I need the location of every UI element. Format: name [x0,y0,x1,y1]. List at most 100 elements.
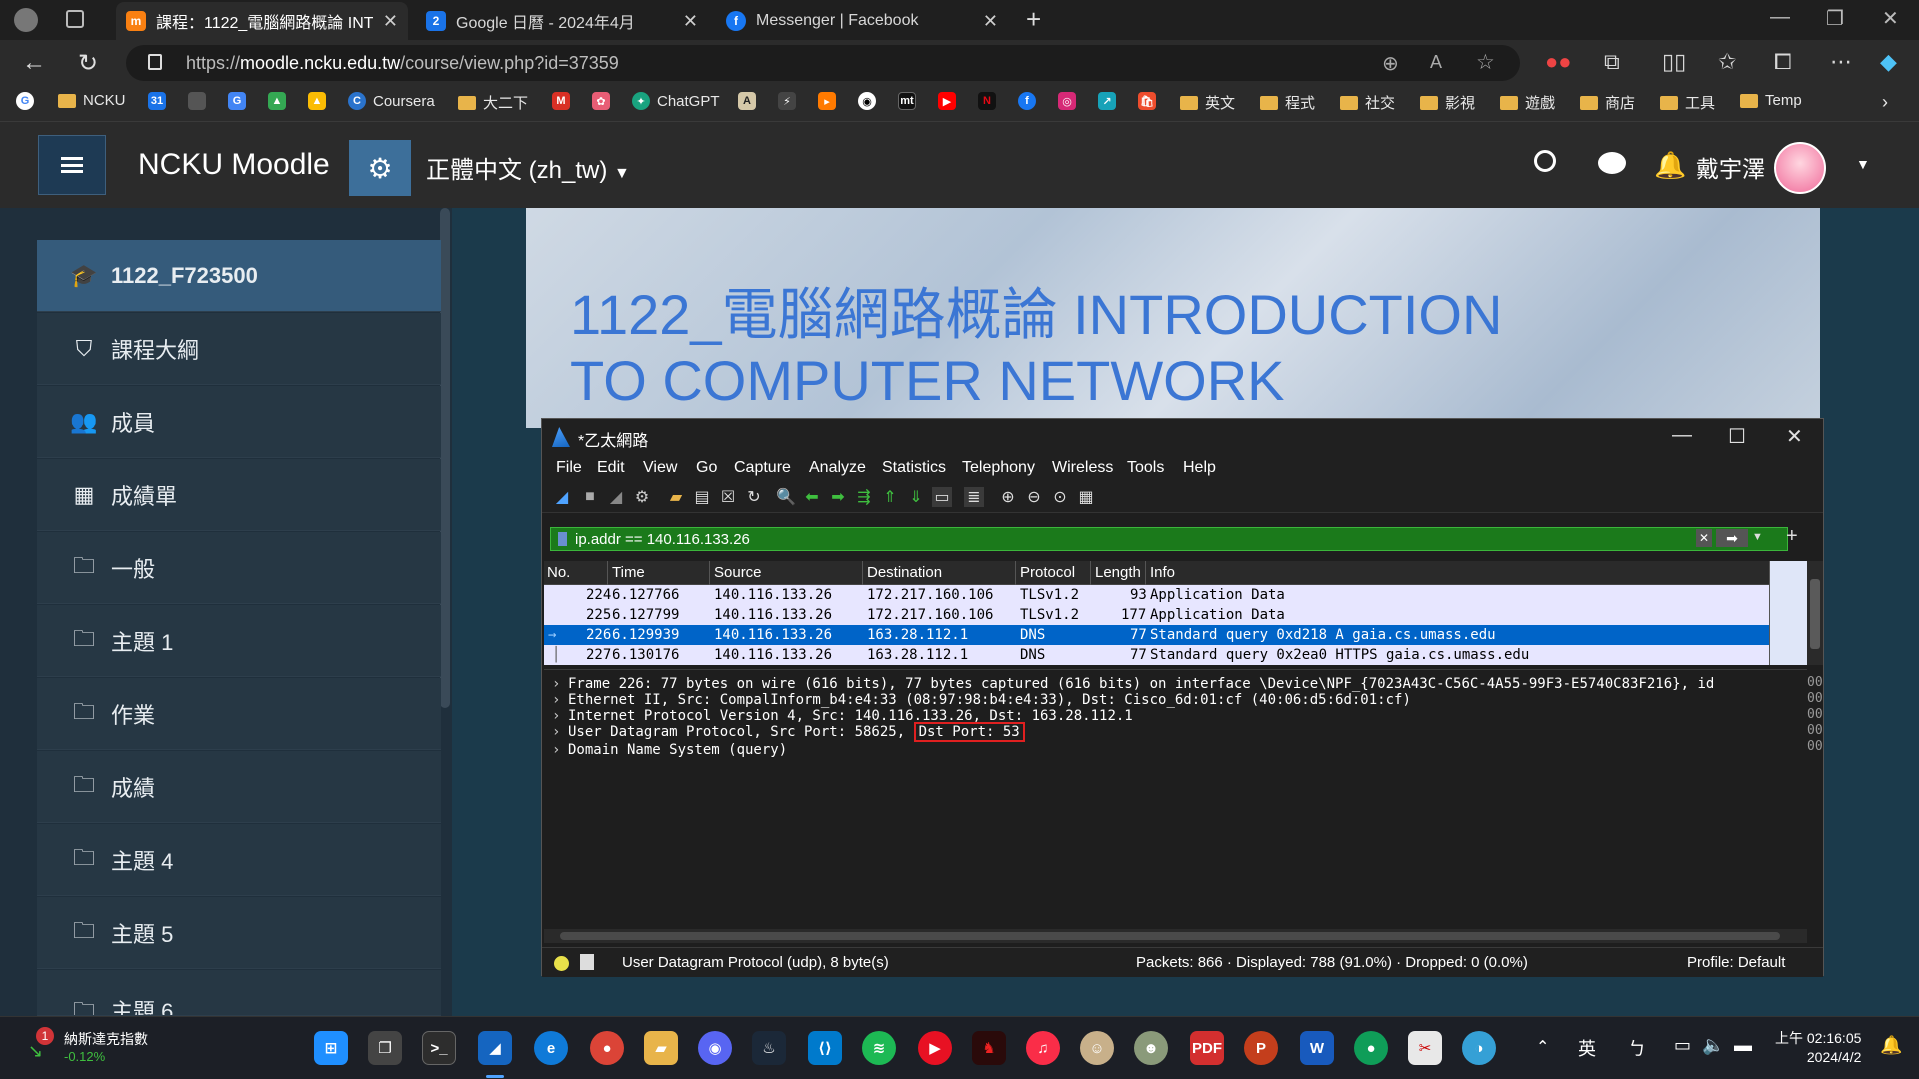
drawer-item-syllabus[interactable]: ⛉ 課程大綱 [37,313,441,385]
autoscroll-icon[interactable]: ▭ [932,487,952,507]
browser-tab-messenger[interactable]: f Messenger | Facebook ✕ [716,2,1008,40]
chrome-icon[interactable]: ● [590,1031,624,1065]
column-time[interactable]: Time [612,564,645,581]
network-icon[interactable]: ▭ [1674,1035,1691,1056]
bookmark-apple[interactable] [188,92,213,110]
drawer-item-course[interactable]: 🎓 1122_F723500 [37,240,441,312]
copilot-icon[interactable]: ◆ [1880,49,1897,75]
packet-list-scrollbar[interactable] [1807,561,1823,665]
menu-file[interactable]: File [556,459,582,477]
powerpoint-icon[interactable]: P [1244,1031,1278,1065]
display-filter-input[interactable]: ip.addr == 140.116.133.26 [550,527,1788,551]
close-tab-icon[interactable]: ✕ [383,11,398,32]
user-name[interactable]: 戴宇澤 [1696,150,1765,184]
bookmark-mt[interactable]: mt [898,92,923,110]
reload-file-icon[interactable]: ↻ [744,487,764,507]
restore-window-button[interactable]: ❐ [1826,6,1844,31]
details-horizontal-scrollbar[interactable] [544,929,1807,943]
expert-info-led-icon[interactable] [554,956,569,971]
bookmark-instagram[interactable]: ◎ [1058,92,1083,110]
drawer-item-general[interactable]: 🗀 一般 [37,532,441,604]
drawer-item-participants[interactable]: 👥 成員 [37,386,441,458]
detail-udp[interactable]: › User Datagram Protocol, Src Port: 58625… [552,722,1025,742]
bookmark-drive2[interactable]: ▲ [308,92,333,110]
colorize-icon[interactable]: ≣ [964,487,984,507]
detail-ethernet[interactable]: › Ethernet II, Src: CompalInform_b4:e4:33… [552,692,1411,708]
search-icon[interactable] [1534,150,1556,172]
drawer-item-topic-5[interactable]: 🗀 主題 5 [37,897,441,969]
bookmark-app[interactable]: ✿ [592,92,617,110]
split-screen-icon[interactable]: ▯▯ [1662,49,1686,75]
expand-arrow-icon[interactable]: › [552,692,568,708]
music-icon[interactable]: ♫ [1026,1031,1060,1065]
drawer-item-topic-4[interactable]: 🗀 主題 4 [37,824,441,896]
word-icon[interactable]: W [1300,1031,1334,1065]
packet-row-selected[interactable]: → 226 6.129939 140.116.133.26 163.28.112… [544,625,1770,645]
bookmark-facebook[interactable]: f [1018,92,1043,110]
bookmark-netflix[interactable]: N [978,92,1003,110]
notification-bell-icon[interactable]: 🔔 [1880,1035,1902,1056]
expand-arrow-icon[interactable]: › [552,708,568,724]
packet-row[interactable]: │ 227 6.130176 140.116.133.26 163.28.112… [544,645,1770,665]
zoom-icon[interactable]: ⊕ [1382,51,1399,76]
bookmark-ncku[interactable]: NCKU [58,92,126,109]
discord-icon[interactable]: ◉ [698,1031,732,1065]
menu-help[interactable]: Help [1183,459,1216,477]
favorites-icon[interactable]: ✩ [1718,49,1736,75]
drawer-item-grades[interactable]: ▦ 成績單 [37,459,441,531]
bookmark-calendar[interactable]: 31 [148,92,173,110]
go-forward-icon[interactable]: ➡ [828,487,848,507]
drawer-item-scores[interactable]: 🗀 成績 [37,751,441,823]
start-capture-icon[interactable]: ◢ [552,487,572,507]
bookmark-misc1[interactable]: ⚡ [778,92,803,110]
new-tab-button[interactable]: + [1026,4,1041,35]
bookmark-games[interactable]: 遊戲 [1500,92,1555,113]
bookmark-misc3[interactable]: ↗ [1098,92,1123,110]
spotify-icon[interactable]: ≋ [862,1031,896,1065]
bookmark-shop[interactable]: 🛍 [1138,92,1163,110]
steam-icon[interactable]: ♨ [752,1031,786,1065]
menu-telephony[interactable]: Telephony [962,459,1035,477]
menu-edit[interactable]: Edit [597,459,625,477]
bookmark-tools[interactable]: 工具 [1660,92,1715,113]
go-back-icon[interactable]: ⬅ [802,487,822,507]
expand-arrow-icon[interactable]: › [552,742,568,758]
edge-icon[interactable]: e [534,1031,568,1065]
ime-mode-icon[interactable]: ㄅ [1628,1035,1646,1061]
system-clock[interactable]: 上午 02:16:05 2024/4/2 [1775,1029,1861,1067]
tray-overflow-icon[interactable]: ⌃ [1536,1037,1549,1057]
extensions-icon[interactable]: ⧉ [1604,49,1620,75]
bookmark-store[interactable]: 商店 [1580,92,1635,113]
minimize-window-button[interactable]: — [1770,6,1790,29]
column-destination[interactable]: Destination [867,564,942,581]
bookmark-youtube[interactable]: ▶ [938,92,963,110]
more-menu-icon[interactable]: ⋯ [1830,49,1852,75]
bookmark-dae-er-xia[interactable]: 大二下 [458,92,528,113]
extension-eyes-icon[interactable]: ●● [1545,49,1572,75]
menu-capture[interactable]: Capture [734,459,791,477]
browser-profile-icon[interactable] [14,8,38,32]
app-avatar-icon[interactable]: ☺ [1080,1031,1114,1065]
bookmark-misc2[interactable]: ▸ [818,92,843,110]
zoom-out-icon[interactable]: ⊖ [1024,487,1044,507]
close-tab-icon[interactable]: ✕ [983,11,998,32]
notifications-bell-icon[interactable]: 🔔 [1654,150,1686,181]
back-icon[interactable]: ← [22,49,46,77]
find-packet-icon[interactable]: 🔍 [776,487,796,507]
menu-view[interactable]: View [643,459,677,477]
filter-history-caret-icon[interactable]: ▼ [1752,531,1763,543]
wireshark-taskbar-icon[interactable]: ◢ [478,1031,512,1065]
bookmark-translate[interactable]: G [228,92,253,110]
volume-icon[interactable]: 🔈 [1702,1035,1724,1056]
column-no[interactable]: No. [547,564,570,581]
packet-bytes-pane[interactable]: 00 00 00 00 00 [1807,669,1823,879]
menu-statistics[interactable]: Statistics [882,459,946,477]
first-packet-icon[interactable]: ⇑ [880,487,900,507]
site-brand[interactable]: NCKU Moodle [138,148,330,182]
packet-row[interactable]: 224 6.127766 140.116.133.26 172.217.160.… [544,585,1770,605]
packet-list-minimap[interactable] [1769,561,1807,665]
drawer-item-topic-1[interactable]: 🗀 主題 1 [37,605,441,677]
workspaces-icon[interactable] [66,10,84,28]
stop-capture-icon[interactable]: ■ [580,487,600,507]
battery-icon[interactable]: ▬ [1734,1035,1752,1056]
